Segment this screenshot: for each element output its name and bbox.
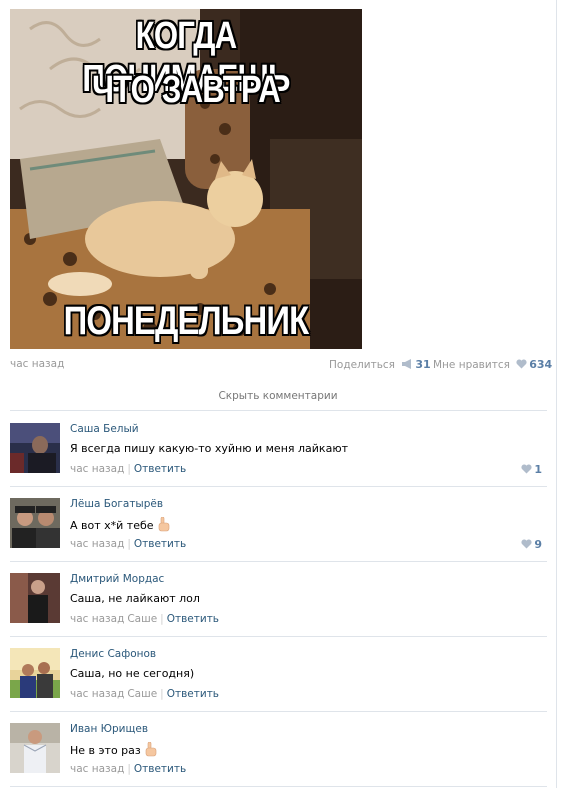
comment-author[interactable]: Дмитрий Мордас — [70, 573, 164, 585]
separator: | — [127, 463, 131, 475]
reply-to[interactable]: Саше — [127, 688, 157, 700]
comment-time[interactable]: час назад — [70, 763, 124, 775]
heart-icon — [521, 539, 532, 549]
comment-like-count: 9 — [534, 538, 542, 551]
separator: | — [160, 688, 164, 700]
share-count: 31 — [415, 358, 431, 371]
comment-author[interactable]: Лёша Богатырёв — [70, 498, 163, 510]
comment-item: Саша Белый Я всегда пишу какую-то хуйню … — [10, 411, 547, 486]
comment-author[interactable]: Саша Белый — [70, 423, 139, 435]
comment-item: Иван Юрищев Не в это раз час назад | Ответ… — [10, 711, 547, 786]
post-time[interactable]: час назад — [10, 358, 64, 370]
comment-like-count: 1 — [534, 463, 542, 476]
share-button[interactable]: Поделиться 31 — [329, 358, 431, 371]
comment-text: Не в это раз — [70, 744, 141, 757]
avatar[interactable] — [10, 723, 60, 773]
page-right-border — [556, 0, 557, 788]
comment-text: Я всегда пишу какую-то хуйню и меня лайк… — [70, 442, 348, 455]
avatar[interactable] — [10, 573, 60, 623]
finger-pointing-up-icon — [145, 742, 157, 757]
reply-button[interactable]: Ответить — [167, 613, 219, 625]
finger-pointing-up-icon — [158, 517, 170, 532]
comment-meta: час назад | Ответить — [70, 763, 186, 775]
comment-meta: час назад Саше | Ответить — [70, 688, 219, 700]
comment-text: Саша, но не сегодня) — [70, 667, 195, 680]
meme-caption-top-line2: ЧТО ЗАВТРА — [92, 69, 281, 111]
separator: | — [160, 613, 164, 625]
divider — [10, 786, 547, 787]
reply-button[interactable]: Ответить — [134, 538, 186, 550]
like-count: 634 — [529, 358, 553, 371]
like-button[interactable]: Мне нравится 634 — [433, 358, 552, 371]
comment-meta: час назад Саше | Ответить — [70, 613, 219, 625]
comment-text-row: Не в это раз — [70, 742, 157, 757]
avatar-photo — [10, 573, 60, 623]
separator: | — [127, 763, 131, 775]
comment-time[interactable]: час назад — [70, 613, 124, 625]
reply-to[interactable]: Саше — [127, 613, 157, 625]
avatar[interactable] — [10, 423, 60, 473]
reply-button[interactable]: Ответить — [167, 688, 219, 700]
meme-caption-bottom: ПОНЕДЕЛЬНИК — [63, 299, 310, 343]
comment-text: Саша, не лайкают лол — [70, 592, 200, 605]
megaphone-icon — [402, 359, 412, 369]
comment-item: Лёша Богатырёв А вот х*й тебе час назад |… — [10, 486, 547, 561]
comment-author[interactable]: Иван Юрищев — [70, 723, 148, 735]
hide-comments-link[interactable]: Скрыть комментарии — [0, 390, 556, 402]
avatar-photo — [10, 723, 60, 773]
heart-icon — [521, 464, 532, 474]
share-label: Поделиться — [329, 359, 395, 371]
comment-item: Дмитрий Мордас Саша, не лайкают лол час … — [10, 561, 547, 636]
avatar-photo — [10, 498, 60, 548]
comment-text: А вот х*й тебе — [70, 519, 154, 532]
comment-time[interactable]: час назад — [70, 463, 124, 475]
avatar-photo — [10, 648, 60, 698]
avatar[interactable] — [10, 498, 60, 548]
comment-meta: час назад | Ответить — [70, 463, 186, 475]
like-label: Мне нравится — [433, 359, 510, 371]
comment-time[interactable]: час назад — [70, 688, 124, 700]
avatar[interactable] — [10, 648, 60, 698]
reply-button[interactable]: Ответить — [134, 463, 186, 475]
heart-icon — [516, 359, 527, 369]
comment-meta: час назад | Ответить — [70, 538, 186, 550]
comment-item: Денис Сафонов Саша, но не сегодня) час н… — [10, 636, 547, 711]
comment-text-row: А вот х*й тебе — [70, 517, 170, 532]
comment-like-button[interactable]: 9 — [518, 538, 542, 551]
comment-time[interactable]: час назад — [70, 538, 124, 550]
avatar-photo — [10, 423, 60, 473]
separator: | — [127, 538, 131, 550]
post-image[interactable]: КОГДА ПОНИМАЕШЬ ЧТО ЗАВТРА ПОНЕДЕЛЬНИК — [10, 9, 362, 349]
reply-button[interactable]: Ответить — [134, 763, 186, 775]
comment-like-button[interactable]: 1 — [518, 463, 542, 476]
comment-author[interactable]: Денис Сафонов — [70, 648, 156, 660]
